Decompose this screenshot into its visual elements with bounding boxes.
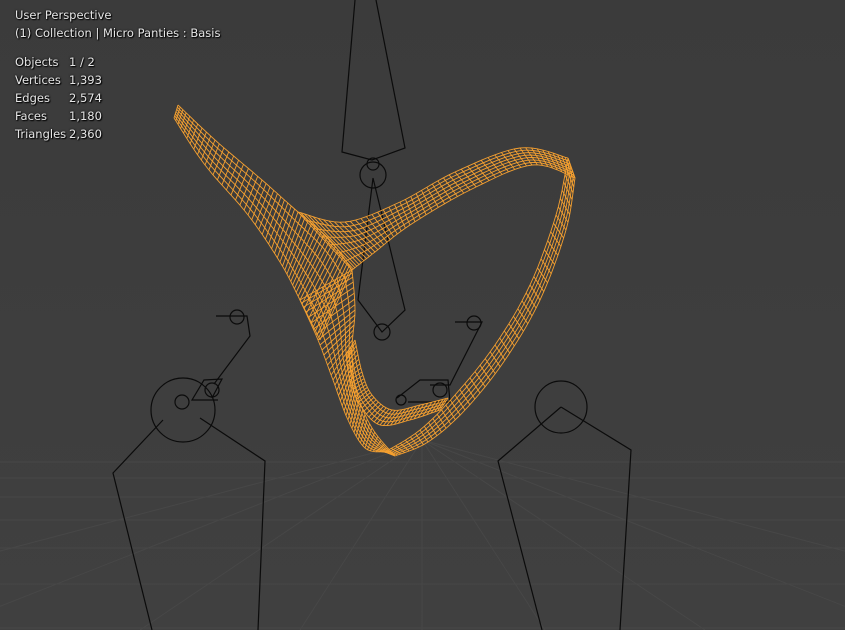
left-thigh-bone[interactable] [112, 309, 266, 630]
stats-value: 2,360 [69, 127, 102, 141]
stats-row-triangles: Triangles 2,360 [15, 125, 220, 143]
stats-label: Faces [15, 109, 47, 123]
stats-label: Vertices [15, 73, 61, 87]
viewport-overlay: User Perspective (1) Collection | Micro … [15, 6, 220, 143]
stats-label: Objects [15, 55, 59, 69]
stats-value: 1,393 [69, 73, 102, 87]
collection-label: (1) Collection | Micro Panties : Basis [15, 26, 221, 40]
right-thigh-bone[interactable] [395, 315, 632, 630]
stats-label: Edges [15, 91, 50, 105]
floor-grid [0, 439, 845, 630]
mesh-band [297, 147, 576, 271]
view-name-label: User Perspective [15, 8, 112, 22]
stats-row-faces: Faces 1,180 [15, 107, 220, 125]
stats-value: 2,574 [69, 91, 102, 105]
stats-row-vertices: Vertices 1,393 [15, 71, 220, 89]
stats-value: 1,180 [69, 109, 102, 123]
stats-row-edges: Edges 2,574 [15, 89, 220, 107]
3d-viewport[interactable]: User Perspective (1) Collection | Micro … [0, 0, 845, 630]
stats-value: 1 / 2 [69, 55, 95, 69]
statistics-panel: Objects 1 / 2 Vertices 1,393 Edges 2,574… [15, 53, 220, 143]
stats-row-objects: Objects 1 / 2 [15, 53, 220, 71]
stats-label: Triangles [15, 127, 67, 141]
